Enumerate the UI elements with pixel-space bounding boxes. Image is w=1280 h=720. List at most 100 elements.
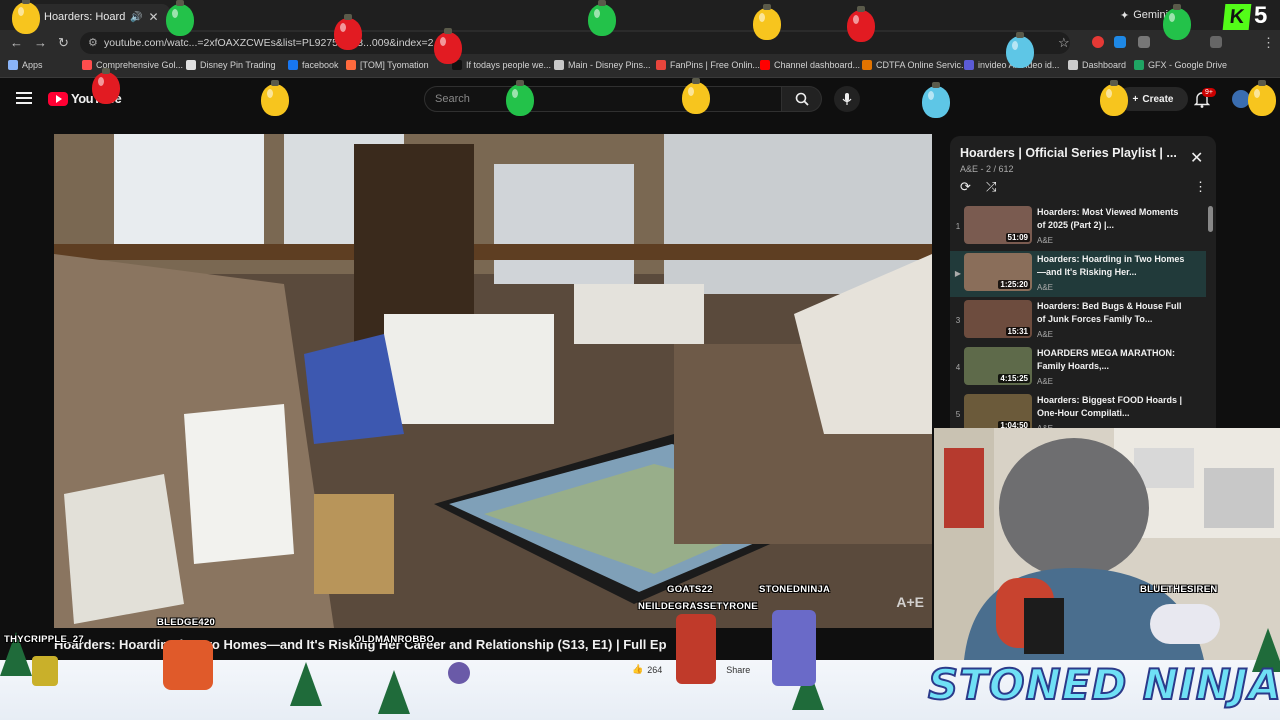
playlist-item-channel: A&E (1037, 283, 1054, 292)
christmas-bulb-icon (753, 4, 781, 40)
bookmark-label: Dashboard (1082, 60, 1127, 70)
playlist-title[interactable]: Hoarders | Official Series Playlist | ..… (960, 146, 1177, 160)
thumbs-up-icon: 👍 (632, 664, 644, 674)
duration-badge: 1:25:20 (998, 280, 1030, 289)
bookmark-favicon-icon (656, 60, 666, 70)
bookmark-item[interactable]: CDTFA Online Servic... (862, 60, 969, 70)
bookmark-star-icon[interactable]: ☆ (1058, 35, 1070, 51)
chatter-name: GOATS22 (667, 584, 713, 595)
extensions-puzzle-icon[interactable] (1138, 36, 1150, 48)
create-button[interactable]: + Create (1118, 87, 1188, 111)
chatter-name: OLDMANROBBO (354, 634, 435, 645)
chatter-avatar-sprite (772, 610, 816, 686)
christmas-bulb-icon (588, 0, 616, 36)
playlist-item-title: Hoarders: Biggest FOOD Hoards | One-Hour… (1037, 395, 1183, 418)
forward-arrow-icon[interactable]: → (34, 35, 47, 50)
browser-tab-active[interactable]: Hoarders: Hoarding in 🔊 ✕ (30, 4, 170, 30)
kick-counter: 5 (1254, 2, 1268, 29)
extension-icon[interactable] (1092, 36, 1104, 48)
bookmark-favicon-icon (760, 60, 770, 70)
bookmark-favicon-icon (1068, 60, 1078, 70)
christmas-tree-icon (378, 670, 410, 714)
reload-icon[interactable]: ↻ (58, 35, 69, 51)
playlist-thumbnail[interactable]: 15:31 (964, 300, 1032, 338)
plus-icon: + (1132, 93, 1139, 105)
bookmark-favicon-icon (8, 60, 18, 70)
playlist-scrollbar[interactable] (1208, 206, 1213, 232)
tab-close-icon[interactable]: ✕ (148, 10, 158, 24)
christmas-bulb-icon (847, 6, 875, 42)
bookmark-item[interactable]: FanPins | Free Onlin... (656, 60, 760, 70)
video-frame-image (54, 134, 932, 628)
webcam-image (934, 428, 1280, 660)
back-arrow-icon[interactable]: ← (10, 35, 23, 50)
bookmark-item[interactable]: [TOM] Tyomation (346, 60, 429, 70)
kebab-menu-icon[interactable]: ⋮ (1262, 35, 1275, 51)
chatter-avatar-sprite (32, 656, 58, 686)
menu-icon[interactable] (1210, 36, 1222, 48)
playlist-item[interactable]: 5 1:04:50 Hoarders: Biggest FOOD Hoards | … (950, 392, 1206, 428)
site-info-icon[interactable]: ⚙ (88, 36, 98, 49)
loop-icon[interactable]: ⟳ (960, 179, 971, 195)
bookmark-item[interactable]: Comprehensive Gol... (82, 60, 183, 70)
shuffle-icon[interactable]: ⤮ (986, 179, 996, 195)
playlist-panel: Hoarders | Official Series Playlist | ..… (950, 136, 1216, 428)
christmas-bulb-icon (92, 68, 120, 104)
gemini-button[interactable]: ✦ Gemini (1120, 5, 1168, 25)
christmas-bulb-icon (1100, 80, 1128, 116)
playlist-item-index: 5 (955, 410, 961, 419)
playlist-item-index: 4 (955, 363, 961, 372)
bookmark-item[interactable]: Disney Pin Trading (186, 60, 276, 70)
bookmark-favicon-icon (862, 60, 872, 70)
bookmark-item[interactable]: facebook (288, 60, 339, 70)
playlist-thumbnail[interactable]: 51:09 (964, 206, 1032, 244)
address-toolbar: ← → ↻ ⚙ youtube.com/watc...=2xfOAXZCWEs&… (0, 30, 1280, 56)
bookmark-favicon-icon (288, 60, 298, 70)
playlist-item-title: Hoarders: Hoarding in Two Homes—and It's… (1037, 254, 1185, 277)
bookmark-item[interactable]: Dashboard (1068, 60, 1126, 70)
create-label: Create (1142, 93, 1174, 105)
playlist-item-channel: A&E (1037, 330, 1054, 339)
chatter-avatar-sprite (163, 640, 213, 690)
bookmark-label: Apps (22, 60, 43, 70)
playlist-item-channel: A&E (1037, 377, 1054, 386)
playlist-item-title: Hoarders: Bed Bugs & House Full of Junk … (1037, 301, 1182, 324)
bookmark-label: Channel dashboard... (774, 60, 861, 70)
chatter-name: BLEDGE420 (157, 617, 216, 628)
speaker-icon[interactable]: 🔊 (130, 12, 142, 23)
search-button[interactable] (782, 86, 822, 112)
playlist-thumbnail[interactable]: 1:25:20 (964, 253, 1032, 291)
more-options-icon[interactable]: ⋮ (1194, 179, 1207, 195)
christmas-bulb-icon (506, 80, 534, 116)
christmas-bulb-icon (434, 28, 462, 64)
bookmark-item[interactable]: Main - Disney Pins... (554, 60, 651, 70)
bookmark-favicon-icon (186, 60, 196, 70)
playlist-item[interactable]: 1 51:09 Hoarders: Most Viewed Moments of 2… (950, 204, 1206, 250)
bookmark-label: facebook (302, 60, 339, 70)
microphone-icon (842, 93, 852, 105)
hamburger-menu-icon[interactable] (16, 92, 32, 104)
extension-icon[interactable] (1114, 36, 1126, 48)
playlist-item-title: HOARDERS MEGA MARATHON: Family Hoards,..… (1037, 348, 1175, 371)
playlist-thumbnail[interactable]: 4:15:25 (964, 347, 1032, 385)
playlist-item[interactable]: 3 15:31 Hoarders: Bed Bugs & House Full of… (950, 298, 1206, 344)
voice-search-button[interactable] (834, 86, 860, 112)
christmas-bulb-icon (12, 0, 40, 34)
close-icon[interactable]: ✕ (1190, 148, 1203, 168)
bookmark-item[interactable]: GFX - Google Drive (1134, 60, 1227, 70)
duration-badge: 51:09 (1005, 233, 1030, 242)
bookmark-favicon-icon (964, 60, 974, 70)
search-input[interactable]: Search (424, 86, 782, 112)
playlist-thumbnail[interactable]: 1:04:50 (964, 394, 1032, 428)
playlist-item[interactable]: 4 4:15:25 HOARDERS MEGA MARATHON: Family H… (950, 345, 1206, 391)
chatter-name: STONEDNINJA (759, 584, 831, 595)
playlist-item[interactable]: ▶ 1:25:20 Hoarders: Hoarding in Two Homes—… (950, 251, 1206, 297)
url-bar[interactable]: ⚙ youtube.com/watc...=2xfOAXZCWEs&list=P… (80, 32, 1070, 54)
bookmark-item[interactable]: Channel dashboard... (760, 60, 860, 70)
christmas-tree-icon (290, 662, 322, 706)
bookmark-item[interactable]: If todays people we... (452, 60, 551, 70)
bookmark-favicon-icon (1134, 60, 1144, 70)
streamer-webcam (934, 428, 1280, 660)
bookmark-item[interactable]: Apps (8, 60, 43, 70)
video-player[interactable]: A+E (54, 134, 932, 628)
